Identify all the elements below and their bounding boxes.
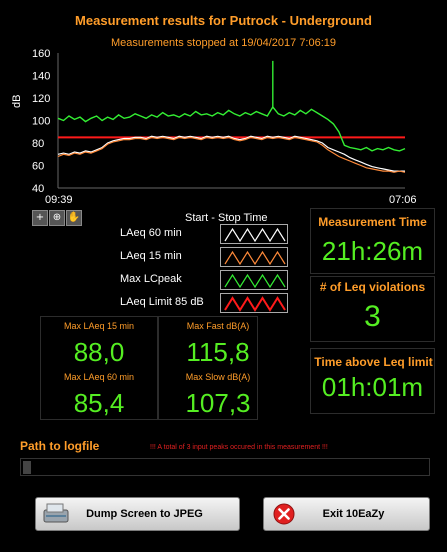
y-tick-label: 140 [32, 71, 50, 83]
y-tick-label: 100 [32, 116, 50, 128]
dump-screen-button[interactable]: Dump Screen to JPEG [35, 497, 240, 531]
exit-button[interactable]: Exit 10EaZy [263, 497, 430, 531]
chart-toolbar: + ⊕ ✋ [32, 210, 82, 226]
legend-label-lcpeak: Max LCpeak [120, 273, 182, 285]
series-line-2 [57, 136, 406, 173]
time-above-label: Time above Leq limit [314, 355, 433, 369]
x-tick-start: 09:39 [45, 194, 73, 206]
max-laeq60-label: Max LAeq 60 min [63, 372, 135, 382]
scanner-icon [42, 501, 70, 527]
max-laeq15-label: Max LAeq 15 min [63, 321, 135, 331]
y-tick-label: 120 [32, 93, 50, 105]
violations-label: # of Leq violations [319, 280, 426, 294]
path-label: Path to logfile [20, 439, 100, 453]
legend-label-laeq60: LAeq 60 min [120, 227, 182, 239]
max-slow-label: Max Slow dB(A) [185, 372, 251, 382]
close-icon [270, 501, 298, 527]
time-above-value: 01h:01m [321, 372, 424, 402]
legend-label-limit: LAeq Limit 85 dB [120, 296, 204, 308]
y-tick-label: 40 [32, 183, 44, 195]
peaks-warning: !!! A total of 3 input peaks occured in … [150, 444, 328, 451]
dump-screen-label: Dump Screen to JPEG [86, 508, 203, 520]
crosshair-icon[interactable]: + [32, 210, 48, 226]
level-chart[interactable]: 160 140 120 100 80 60 40 dB 09:39 07:06 [0, 48, 420, 208]
y-tick-label: 80 [32, 138, 44, 150]
path-scroll-handle[interactable] [23, 461, 31, 474]
series-line-1 [57, 135, 405, 172]
window-title: Measurement results for Putrock - Underg… [75, 13, 372, 28]
legend-swatch-laeq60 [220, 224, 288, 244]
series-line-0 [57, 105, 406, 152]
max-laeq60-value: 85,4 [73, 388, 125, 418]
y-tick-label: 160 [32, 48, 50, 60]
max-slow-value: 107,3 [185, 388, 251, 418]
measurement-time-label: Measurement Time [318, 215, 427, 229]
violations-value: 3 [364, 300, 381, 333]
measurement-time-value: 21h:26m [321, 236, 424, 266]
exit-label: Exit 10EaZy [322, 508, 385, 520]
logfile-path-field[interactable] [20, 458, 430, 476]
legend-swatch-lcpeak [220, 270, 288, 290]
max-laeq15-value: 88,0 [73, 337, 125, 367]
y-axis-label: dB [11, 95, 23, 108]
legend-label-laeq15: LAeq 15 min [120, 250, 182, 262]
hand-icon[interactable]: ✋ [66, 210, 82, 226]
zoom-icon[interactable]: ⊕ [49, 210, 65, 226]
legend-swatch-laeq15 [220, 247, 288, 267]
max-fast-label: Max Fast dB(A) [186, 321, 250, 331]
legend-swatch-limit [220, 293, 288, 313]
y-tick-label: 60 [32, 161, 44, 173]
legend-title: Start - Stop Time [185, 212, 268, 224]
x-tick-end: 07:06 [389, 194, 417, 206]
max-fast-value: 115,8 [186, 337, 250, 367]
